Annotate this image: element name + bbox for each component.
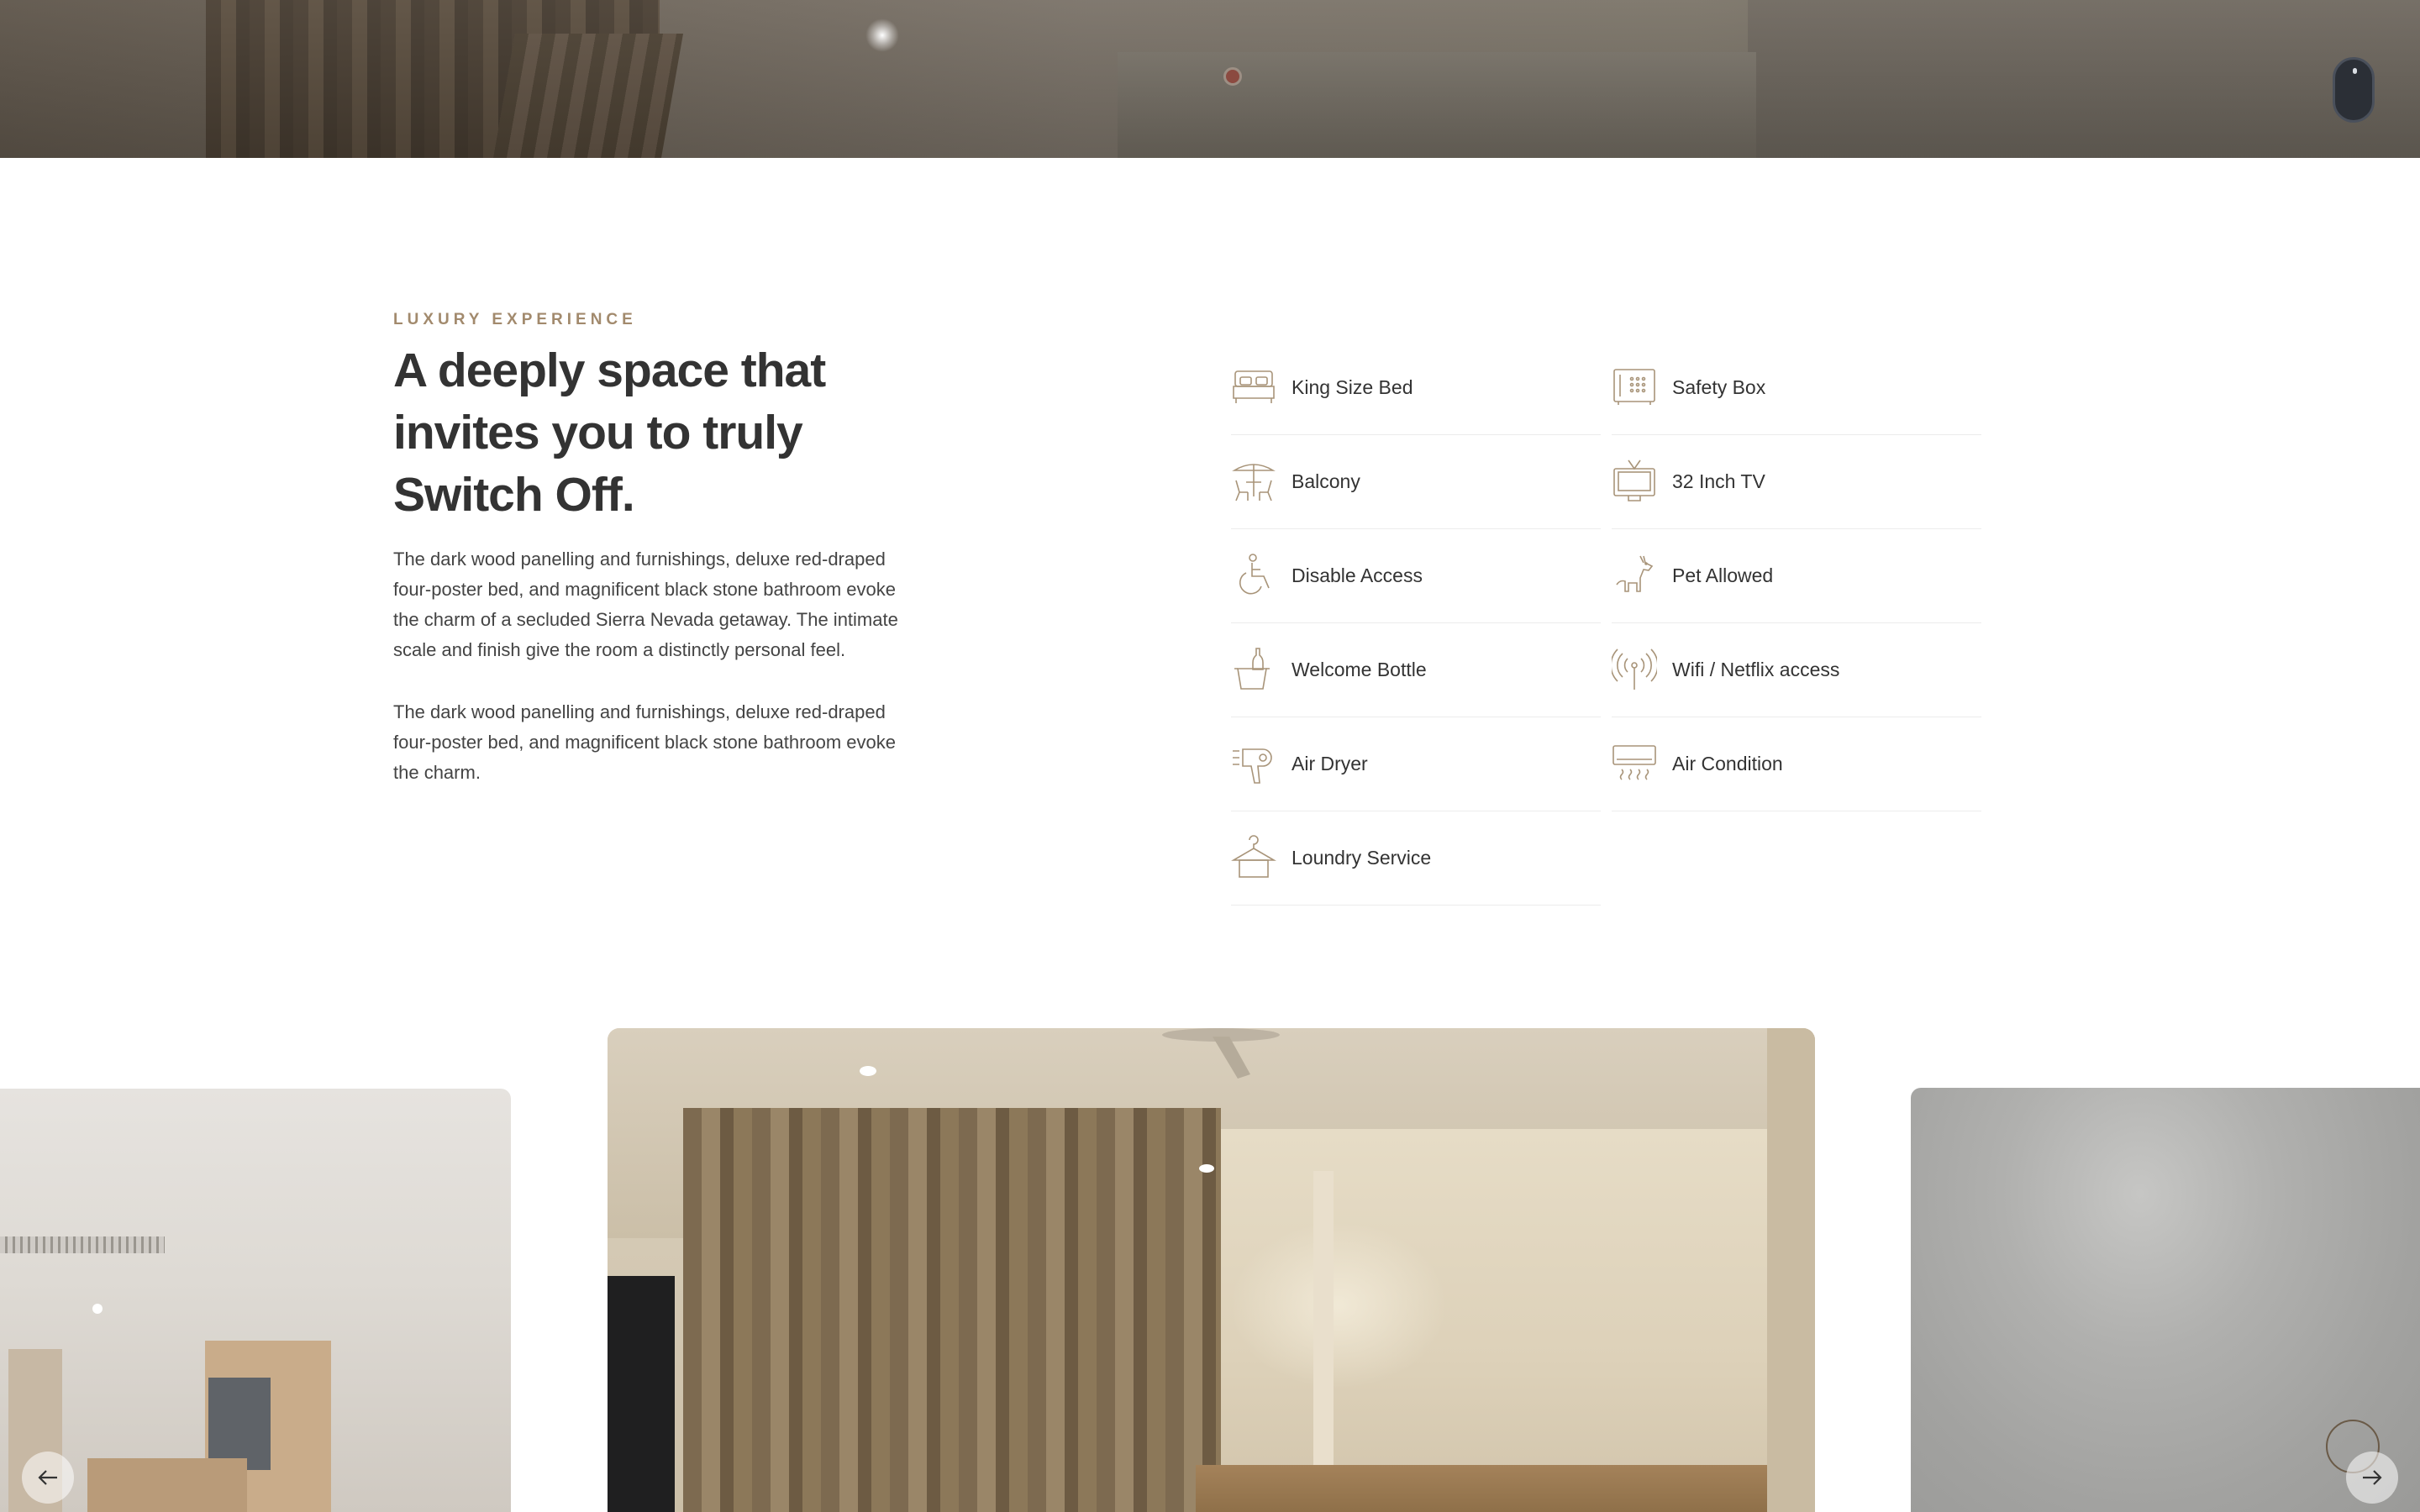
amenity-item: Air Dryer [1231, 717, 1601, 811]
amenity-item: Balcony [1231, 435, 1601, 529]
bed-icon [1231, 365, 1276, 410]
amenity-label: Pet Allowed [1672, 564, 1774, 586]
hanger-icon [1231, 835, 1276, 880]
air-conditioner-icon [1612, 741, 1657, 786]
balcony-icon [1231, 459, 1276, 504]
amenity-label: Loundry Service [1292, 847, 1432, 869]
arrow-right-icon [2363, 1470, 2382, 1485]
description-paragraph: The dark wood panelling and furnishings,… [393, 549, 898, 660]
hero-banner-image [0, 0, 2420, 158]
dog-icon [1612, 553, 1657, 598]
gallery-slide-active[interactable] [608, 1028, 1815, 1512]
description-paragraph: The dark wood panelling and furnishings,… [393, 701, 897, 783]
section-heading: A deeply space that invites you to truly… [393, 344, 826, 522]
tv-icon [1612, 459, 1657, 504]
amenity-item: Loundry Service [1231, 811, 1601, 906]
amenity-label: Air Dryer [1292, 753, 1368, 774]
amenity-item: Disable Access [1231, 529, 1601, 623]
hair-dryer-icon [1231, 741, 1276, 786]
wheelchair-icon [1231, 553, 1276, 598]
amenity-label: 32 Inch TV [1672, 470, 1765, 492]
amenity-label: Welcome Bottle [1292, 659, 1427, 680]
gallery-prev-button[interactable] [22, 1452, 74, 1504]
arrow-left-icon [38, 1470, 57, 1485]
ceiling-fan-icon [1162, 1028, 1280, 1079]
amenity-item: Safety Box [1612, 341, 1981, 435]
amenity-item: Air Condition [1612, 717, 1981, 811]
amenity-label: Disable Access [1292, 564, 1423, 586]
gallery-slide-previous[interactable] [0, 1089, 511, 1512]
amenity-label: Air Condition [1672, 753, 1783, 774]
amenity-label: Wifi / Netflix access [1672, 659, 1840, 680]
amenity-item: King Size Bed [1231, 341, 1601, 435]
gallery-next-button[interactable] [2346, 1452, 2398, 1504]
amenity-label: Balcony [1292, 470, 1360, 492]
amenity-item: Welcome Bottle [1231, 623, 1601, 717]
amenity-label: King Size Bed [1292, 376, 1413, 398]
wifi-antenna-icon [1610, 647, 1659, 692]
safe-icon [1612, 365, 1657, 410]
section-eyebrow: LUXURY EXPERIENCE [393, 311, 637, 328]
amenity-item: Pet Allowed [1612, 529, 1981, 623]
amenity-item: Wifi / Netflix access [1610, 623, 1981, 717]
scroll-mouse-icon[interactable] [2333, 57, 2375, 123]
amenity-label: Safety Box [1672, 376, 1766, 398]
amenity-item: 32 Inch TV [1612, 435, 1981, 529]
champagne-icon [1231, 647, 1276, 692]
